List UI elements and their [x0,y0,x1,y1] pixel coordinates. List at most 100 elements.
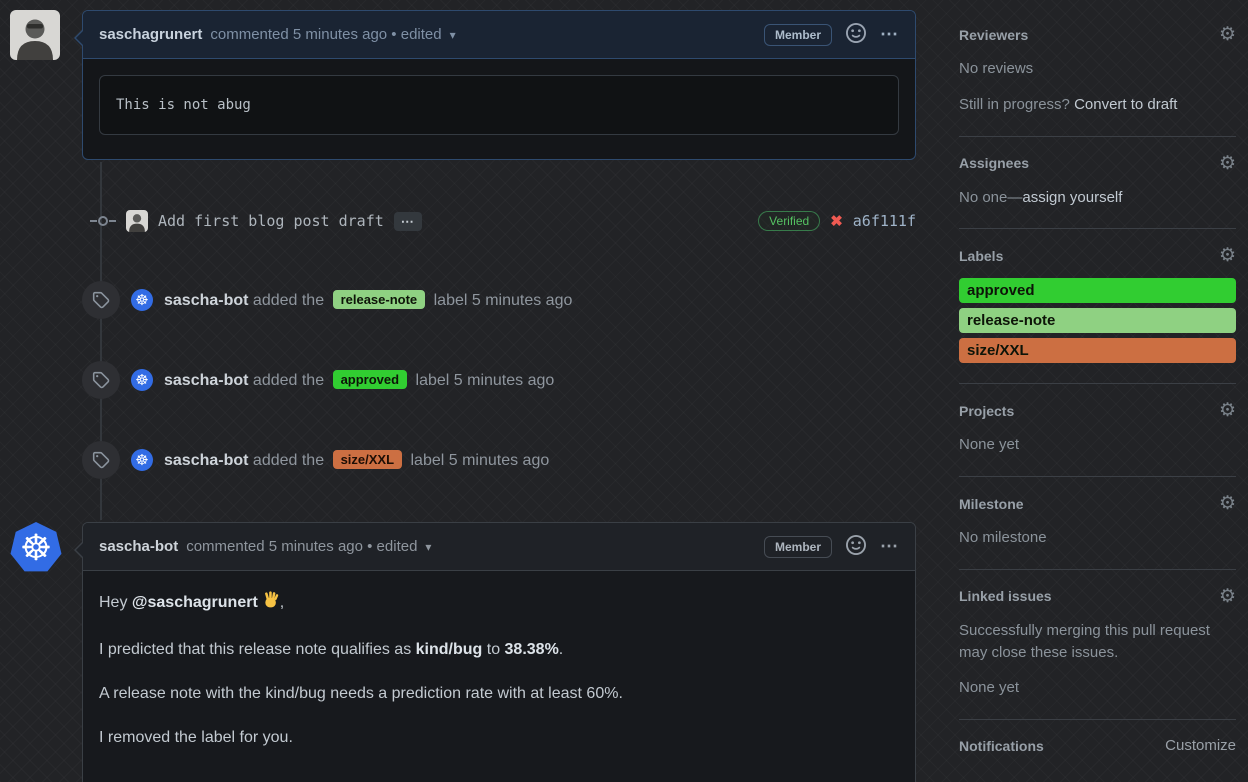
comment-body: Hey @saschagrunert, I predicted that thi… [83,571,915,782]
member-badge: Member [763,23,832,46]
comment-sascha-bot: sascha-bot commented 5 minutes ago • edi… [74,522,916,782]
person-photo-icon [126,210,148,232]
event-badge [82,281,120,319]
reviewers-title: Reviewers [959,26,1029,43]
event-actor[interactable]: sascha-bot [164,372,248,389]
projects-empty-text: None yet [959,436,1020,454]
comment-meta: commented 5 minutes ago • edited [210,26,442,43]
assignees-empty-text: No one— [959,188,1023,206]
smiley-icon [846,534,866,555]
comment-saschagrunert: saschagrunert commented 5 minutes ago • … [74,10,916,160]
status-failed-x-icon[interactable]: ✖ [830,212,843,230]
comment-caret [75,29,85,47]
sidebar-section-labels: Labels ⚙ approved release-note size/XXL [959,229,1236,385]
edited-dropdown-caret-icon[interactable]: ▾ [450,28,456,42]
event-action: added the [252,371,325,389]
avatar-saschagrunert[interactable] [10,10,60,60]
mention-link[interactable]: @saschagrunert [132,594,258,611]
member-badge: Member [763,535,832,558]
event-action: added the [252,451,325,469]
prediction-rate-bold: 38.38% [504,641,559,658]
event-actor[interactable]: sascha-bot [164,452,248,469]
gear-icon[interactable]: ⚙ [1219,154,1236,173]
sidebar-section-projects: Projects ⚙ None yet [959,384,1236,477]
label-event-row: ☸ sascha-bot added the size/XXL label 5 … [82,441,916,479]
edited-dropdown-caret-icon[interactable]: ▾ [425,540,431,554]
linked-issues-title: Linked issues [959,588,1052,605]
text: I predicted that this release note quali… [99,641,416,658]
emoji-reaction-button[interactable] [846,534,866,559]
gear-icon[interactable]: ⚙ [1219,25,1236,44]
linked-issues-empty-text: None yet [959,679,1020,697]
text: Hey [99,594,132,611]
sidebar-label-size-xxl[interactable]: size/XXL [959,338,1236,364]
sidebar-section-reviewers: Reviewers ⚙ No reviews Still in progress… [959,25,1236,137]
label-event-row: ☸ sascha-bot added the release-note labe… [82,281,916,319]
event-badge [82,361,120,399]
sidebar-label-approved[interactable]: approved [959,278,1236,304]
avatar-sascha-bot-large[interactable]: ☸ [10,522,62,572]
tag-icon [92,451,110,469]
comment-paragraph: Hey @saschagrunert, [99,591,899,615]
commit-sha-link[interactable]: a6f111f [853,212,916,230]
labels-title: Labels [959,247,1004,264]
commit-message-link[interactable]: Add first blog post draft [158,212,384,230]
sidebar-label-release-note[interactable]: release-note [959,308,1236,334]
text: to [482,641,505,658]
milestone-title: Milestone [959,495,1024,512]
comment-code-block: This is not abug [99,75,899,135]
label-chip-size-xxl[interactable]: size/XXL [332,449,403,469]
event-suffix: label 5 minutes ago [410,451,550,469]
projects-title: Projects [959,402,1015,419]
verified-badge[interactable]: Verified [758,211,821,231]
sidebar-section-notifications: Notifications Customize [959,720,1236,774]
customize-link[interactable]: Customize [1165,737,1236,754]
event-suffix: label 5 minutes ago [415,371,555,389]
event-suffix: label 5 minutes ago [433,291,573,309]
tag-icon [92,371,110,389]
gear-icon[interactable]: ⚙ [1219,494,1236,513]
comment-author[interactable]: saschagrunert [99,26,202,43]
smiley-icon [846,22,866,43]
text: , [279,594,285,611]
kebab-menu-icon[interactable]: ⋯ [880,536,899,557]
commit-icon [90,216,116,226]
milestone-empty-text: No milestone [959,529,1047,546]
event-badge [82,441,120,479]
pr-sidebar: Reviewers ⚙ No reviews Still in progress… [959,25,1236,774]
assignees-title: Assignees [959,155,1030,171]
sidebar-section-assignees: Assignees ⚙ No one—assign yourself [959,137,1236,230]
convert-to-draft-link[interactable]: Convert to draft [1074,96,1177,113]
gear-icon[interactable]: ⚙ [1219,401,1236,420]
comment-header: saschagrunert commented 5 minutes ago • … [83,11,915,59]
sidebar-section-linked-issues: Linked issues ⚙ Successfully merging thi… [959,570,1236,720]
comment-body: This is not abug [83,59,915,151]
wave-emoji-icon [261,591,280,615]
label-chip-release-note[interactable]: release-note [332,289,426,309]
linked-issues-description: Successfully merging this pull request m… [959,621,1210,661]
label-chip-approved[interactable]: approved [332,369,408,389]
avatar-sascha-bot[interactable]: ☸ [131,289,153,311]
assign-yourself-link[interactable]: assign yourself [1022,189,1122,206]
comment-header: sascha-bot commented 5 minutes ago • edi… [83,523,915,571]
commit-author-avatar[interactable] [126,210,148,232]
commit-expander-button[interactable]: ⋯ [393,211,422,231]
gear-icon[interactable]: ⚙ [1219,587,1236,606]
gear-icon[interactable]: ⚙ [1219,246,1236,265]
avatar-sascha-bot[interactable]: ☸ [131,449,153,471]
comment-paragraph: I predicted that this release note quali… [99,641,899,659]
comment-paragraph: I removed the label for you. [99,729,293,746]
notifications-title: Notifications [959,737,1044,754]
person-photo-icon [10,10,60,60]
emoji-reaction-button[interactable] [846,22,866,47]
text: . [558,641,564,658]
kind-bug-bold: kind/bug [415,641,483,658]
kebab-menu-icon[interactable]: ⋯ [880,24,899,45]
event-actor[interactable]: sascha-bot [164,292,248,309]
avatar-sascha-bot[interactable]: ☸ [131,369,153,391]
comment-caret [75,541,85,559]
reviewers-empty-text: No reviews [959,60,1034,77]
comment-author[interactable]: sascha-bot [99,538,178,555]
event-action: added the [252,291,325,309]
tag-icon [92,291,110,309]
